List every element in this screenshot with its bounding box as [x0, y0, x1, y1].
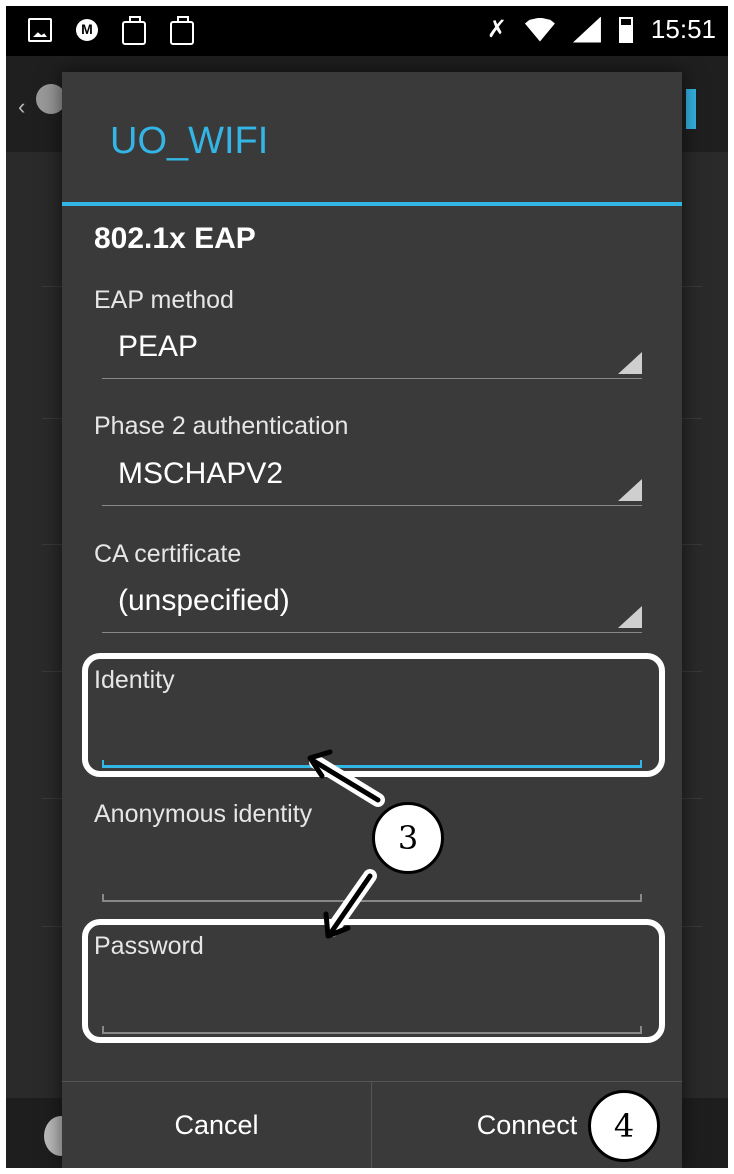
eap-method-value: PEAP [118, 330, 199, 363]
eap-method-label: EAP method [94, 286, 234, 314]
phase2-value: MSCHAPV2 [118, 457, 284, 490]
clock: 15:51 [650, 14, 716, 44]
screenshot-frame: ✗ 15:51 ‹ UO_WIFI 802.1x EAP EAP method [0, 0, 734, 1174]
step-4-badge: 4 [588, 1090, 660, 1162]
ca-certificate-label: CA certificate [94, 540, 242, 568]
ca-certificate-spinner[interactable]: (unspecified) [102, 582, 642, 633]
dialog-title: UO_WIFI [110, 120, 269, 162]
notification-icons [28, 16, 194, 45]
security-type: 802.1x EAP [94, 222, 256, 255]
phase2-label: Phase 2 authentication [94, 412, 349, 440]
wifi-icon [524, 17, 555, 42]
password-highlight-box [82, 919, 665, 1043]
cancel-button[interactable]: Cancel [62, 1082, 372, 1168]
ca-certificate-value: (unspecified) [118, 584, 290, 617]
motorola-icon [76, 19, 98, 41]
eap-method-spinner[interactable]: PEAP [102, 328, 642, 379]
identity-highlight-box [82, 653, 665, 777]
step-3-badge: 3 [372, 802, 444, 874]
system-icons: ✗ 15:51 [487, 14, 716, 45]
mute-icon: ✗ [486, 16, 507, 43]
anonymous-identity-underline [102, 900, 642, 902]
anonymous-identity-underline-right [640, 894, 642, 902]
briefcase-icon [170, 16, 194, 45]
status-bar: ✗ 15:51 [6, 6, 728, 56]
phase2-spinner[interactable]: MSCHAPV2 [102, 455, 642, 506]
wifi-toggle [686, 89, 696, 129]
picture-icon [28, 18, 52, 42]
anonymous-identity-label: Anonymous identity [94, 800, 313, 828]
battery-icon [618, 16, 633, 43]
dropdown-arrow-icon [618, 606, 642, 628]
dropdown-arrow-icon [618, 352, 642, 374]
title-divider [62, 202, 682, 206]
back-chevron-icon: ‹ [18, 94, 26, 119]
signal-icon [572, 16, 601, 43]
anonymous-identity-underline-left [102, 894, 104, 902]
briefcase-check-icon [122, 16, 146, 45]
dropdown-arrow-icon [618, 479, 642, 501]
anonymous-identity-input[interactable] [102, 878, 642, 902]
